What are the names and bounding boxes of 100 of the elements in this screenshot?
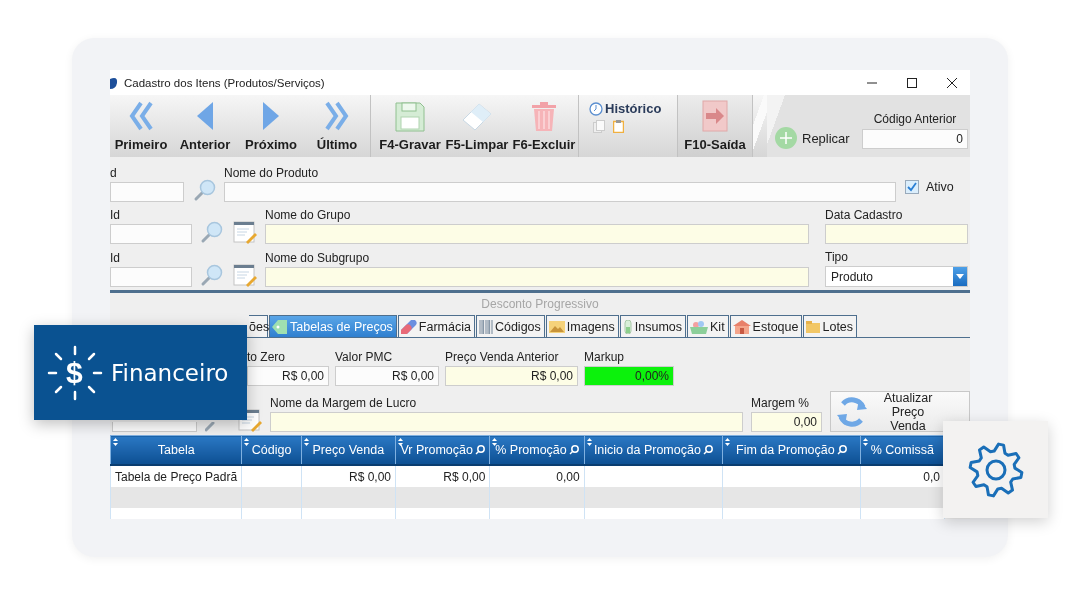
settings-card[interactable] bbox=[943, 421, 1048, 518]
field-label: Nome do Grupo bbox=[265, 208, 352, 223]
triangle-left-icon bbox=[195, 100, 215, 132]
eraser-icon bbox=[461, 102, 493, 132]
field-label: Nome do Produto bbox=[224, 166, 320, 181]
tab[interactable]: Estoque bbox=[729, 315, 803, 337]
vial-icon bbox=[622, 319, 633, 334]
sort-arrows-icon[interactable] bbox=[113, 438, 118, 446]
column-header[interactable]: Preço Venda bbox=[301, 435, 396, 465]
triangle-right-icon bbox=[261, 100, 281, 132]
column-header[interactable]: Código bbox=[241, 435, 302, 465]
badge-label: Financeiro bbox=[111, 359, 229, 386]
input-field[interactable] bbox=[270, 412, 743, 432]
close-icon[interactable] bbox=[946, 76, 958, 89]
input-field[interactable] bbox=[112, 422, 197, 432]
section-label: Desconto Progressivo bbox=[481, 297, 599, 311]
barcode-icon bbox=[478, 319, 493, 334]
arrow-right-icon bbox=[702, 100, 728, 132]
field-label: Preço Venda Anterior bbox=[445, 350, 560, 365]
search-icon[interactable] bbox=[702, 445, 713, 455]
replicate-button[interactable]: Replicar bbox=[767, 127, 850, 157]
toolbar-button[interactable]: Próximo bbox=[238, 95, 304, 157]
history-button[interactable]: Histórico bbox=[589, 101, 677, 116]
tab[interactable]: Insumos bbox=[619, 315, 686, 337]
table-cell: Tabela de Preço Padrã bbox=[110, 465, 242, 487]
input-field[interactable]: R$ 0,00 bbox=[445, 366, 578, 386]
input-field[interactable] bbox=[110, 224, 192, 244]
input-field[interactable] bbox=[265, 224, 809, 244]
field-label: Id bbox=[110, 208, 121, 223]
tag-icon bbox=[272, 319, 288, 334]
double-chevron-left-icon bbox=[128, 100, 154, 132]
column-header[interactable]: Tabela bbox=[110, 435, 242, 465]
sort-arrows-icon[interactable] bbox=[398, 438, 403, 446]
clock-icon bbox=[589, 101, 603, 116]
tab[interactable]: Lotes bbox=[803, 315, 858, 337]
field-label: Tipo bbox=[825, 250, 849, 265]
sort-arrows-icon[interactable] bbox=[492, 438, 498, 446]
window-title: Cadastro dos Itens (Produtos/Serviços) bbox=[124, 76, 325, 89]
house-icon bbox=[732, 319, 751, 334]
basket-icon bbox=[690, 319, 708, 334]
checkbox[interactable] bbox=[905, 180, 919, 194]
refresh-icon bbox=[835, 394, 869, 429]
input-field[interactable] bbox=[224, 182, 896, 202]
input-field[interactable] bbox=[265, 267, 809, 287]
input-field[interactable]: 0,00% bbox=[584, 366, 674, 386]
tab[interactable]: Kit bbox=[687, 315, 729, 337]
column-header[interactable]: Vr Promoção bbox=[395, 435, 490, 465]
pill-icon bbox=[400, 319, 417, 334]
sort-arrows-icon[interactable] bbox=[586, 438, 592, 446]
rays-icon bbox=[47, 344, 103, 401]
search-icon[interactable] bbox=[474, 445, 485, 455]
folder-icon bbox=[806, 320, 821, 333]
toolbar-button[interactable]: Último bbox=[304, 95, 370, 157]
field-label: Id bbox=[110, 251, 121, 266]
field-label: Valor PMC bbox=[335, 350, 394, 365]
field-label: Data Cadastro bbox=[825, 208, 904, 223]
input-field[interactable]: R$ 0,00 bbox=[247, 366, 329, 386]
toolbar-button[interactable]: F10-Saída bbox=[678, 95, 752, 157]
toolbar-button[interactable]: F6-Excluir bbox=[510, 95, 578, 157]
double-chevron-right-icon bbox=[324, 100, 350, 132]
image-icon bbox=[548, 320, 565, 333]
input-field[interactable]: R$ 0,00 bbox=[335, 366, 439, 386]
dollar-sign: $ bbox=[66, 354, 83, 391]
update-price-button[interactable]: Atualizar Preço Venda bbox=[830, 391, 970, 432]
toolbar-button[interactable]: Anterior bbox=[172, 95, 238, 157]
input-field[interactable]: 0,00 bbox=[751, 412, 822, 432]
field-label: Margem % bbox=[751, 396, 810, 411]
type-select[interactable]: Produto bbox=[825, 266, 968, 287]
maximize-icon[interactable] bbox=[906, 76, 918, 89]
field-label: Código Anterior bbox=[872, 112, 958, 127]
sort-arrows-icon[interactable] bbox=[303, 438, 309, 446]
plus-circle-icon bbox=[775, 127, 797, 149]
app-icon bbox=[110, 75, 118, 90]
toolbar-button[interactable]: F4-Gravar bbox=[376, 95, 444, 157]
column-header[interactable]: Inicio da Promoção bbox=[584, 435, 723, 465]
input-field[interactable] bbox=[110, 267, 192, 287]
column-header[interactable]: Fim da Promoção bbox=[722, 435, 861, 465]
input-field[interactable] bbox=[825, 224, 968, 244]
toolbar-button[interactable]: Primeiro bbox=[110, 95, 172, 157]
notepad-icon[interactable] bbox=[233, 263, 257, 287]
trash-icon bbox=[530, 102, 558, 132]
sort-arrows-icon[interactable] bbox=[862, 438, 868, 446]
sort-arrows-icon[interactable] bbox=[725, 438, 731, 446]
tab[interactable]: Códigos bbox=[475, 315, 545, 337]
column-header[interactable]: % Promoção bbox=[489, 435, 585, 465]
field-label: d bbox=[110, 166, 118, 181]
search-icon[interactable] bbox=[568, 445, 579, 455]
sort-arrows-icon[interactable] bbox=[244, 438, 250, 446]
column-header[interactable]: % Comissã bbox=[860, 435, 945, 465]
clipboard-icon[interactable] bbox=[613, 120, 624, 133]
field-label: to Zero bbox=[247, 350, 286, 365]
notepad-icon[interactable] bbox=[233, 220, 257, 244]
tab[interactable]: Farmácia bbox=[397, 315, 475, 337]
field-label: Nome do Subgrupo bbox=[265, 251, 371, 266]
input-field[interactable] bbox=[110, 182, 184, 202]
tab[interactable]: Imagens bbox=[545, 315, 619, 337]
field-label: Nome da Margem de Lucro bbox=[270, 396, 418, 411]
search-icon[interactable] bbox=[836, 445, 847, 455]
input-field[interactable]: 0 bbox=[862, 129, 968, 149]
toolbar-button[interactable]: F5-Limpar bbox=[444, 95, 510, 157]
